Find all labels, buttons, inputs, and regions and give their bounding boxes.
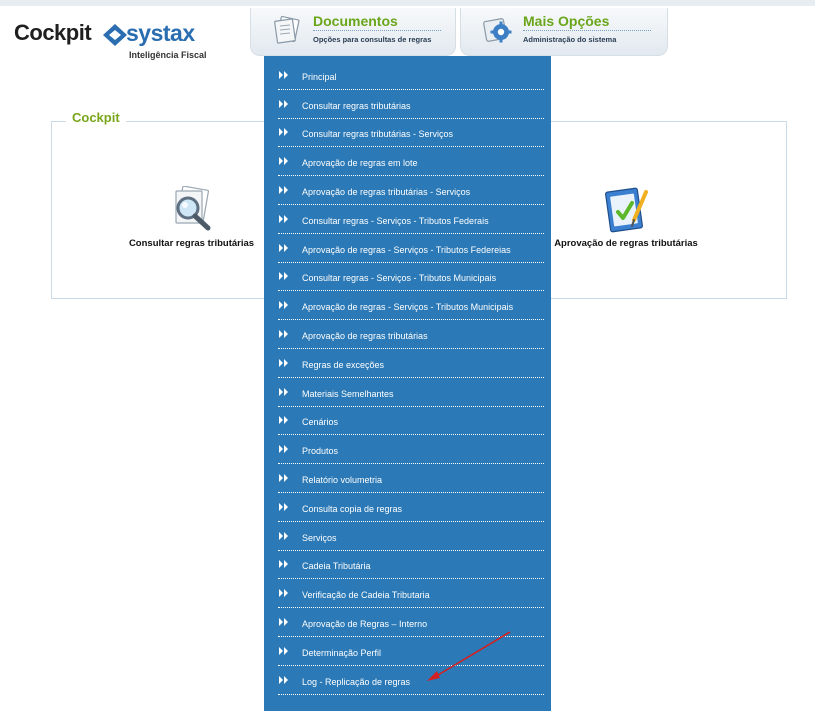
double-arrow-icon bbox=[279, 301, 288, 310]
menu-item-label: Aprovação de regras tributárias - Serviç… bbox=[302, 187, 471, 198]
menu-item[interactable]: Materiais Semelhantes bbox=[278, 378, 544, 407]
double-arrow-icon bbox=[279, 157, 288, 166]
menu-item[interactable]: Aprovação de regras tributárias - Serviç… bbox=[278, 176, 544, 205]
tab-mais-opcoes-description: Administração do sistema bbox=[523, 35, 617, 44]
tile-aprovacao-regras-label: Aprovação de regras tributárias bbox=[554, 238, 698, 249]
tab-mais-opcoes-title: Mais Opções bbox=[523, 13, 610, 29]
double-arrow-icon bbox=[279, 618, 288, 627]
double-arrow-icon bbox=[279, 445, 288, 454]
tab-documentos[interactable]: Documentos Opções para consultas de regr… bbox=[250, 8, 456, 56]
double-arrow-icon bbox=[279, 330, 288, 339]
menu-item[interactable]: Consulta copia de regras bbox=[278, 493, 544, 522]
menu-item-label: Cadeia Tributária bbox=[302, 561, 371, 572]
menu-item[interactable]: Relatório volumetria bbox=[278, 464, 544, 493]
menu-item-label: Consultar regras tributárias - Serviços bbox=[302, 129, 454, 140]
menu-item-label: Aprovação de regras - Serviços - Tributo… bbox=[302, 302, 514, 313]
tab-divider bbox=[313, 30, 441, 31]
menu-item[interactable]: Log - Replicação de regras bbox=[278, 666, 544, 695]
tab-divider bbox=[523, 30, 651, 31]
double-arrow-icon bbox=[279, 589, 288, 598]
tab-documentos-description: Opções para consultas de regras bbox=[313, 35, 432, 44]
menu-item[interactable]: Consultar regras - Serviços - Tributos F… bbox=[278, 205, 544, 234]
logo-tagline: Inteligência Fiscal bbox=[129, 50, 207, 60]
cockpit-panel-title: Cockpit bbox=[66, 110, 126, 125]
menu-item[interactable]: Cenários bbox=[278, 407, 544, 436]
double-arrow-icon bbox=[279, 99, 288, 108]
menu-item-label: Consultar regras tributárias bbox=[302, 100, 411, 111]
double-arrow-icon bbox=[279, 186, 288, 195]
tile-aprovacao-regras[interactable]: Aprovação de regras tributárias bbox=[548, 186, 704, 249]
menu-item-label: Aprovação de Regras – Interno bbox=[302, 619, 428, 630]
double-arrow-icon bbox=[279, 675, 288, 684]
menu-item[interactable]: Aprovação de regras em lote bbox=[278, 147, 544, 177]
menu-item[interactable]: Consultar regras tributárias bbox=[278, 90, 544, 119]
double-arrow-icon bbox=[279, 128, 288, 137]
documentos-dropdown-menu: Principal Consultar regras tributárias C… bbox=[264, 56, 551, 711]
double-arrow-icon bbox=[279, 387, 288, 396]
menu-item-label: Verificação de Cadeia Tributaria bbox=[302, 590, 430, 601]
double-arrow-icon bbox=[279, 214, 288, 223]
double-arrow-icon bbox=[279, 560, 288, 569]
double-arrow-icon bbox=[279, 272, 288, 281]
menu-item-label: Aprovação de regras - Serviços - Tributo… bbox=[302, 244, 511, 255]
logo-systax-text: systax bbox=[126, 20, 195, 46]
gear-icon bbox=[483, 18, 512, 43]
tab-mais-opcoes[interactable]: Mais Opções Administração do sistema bbox=[460, 8, 668, 56]
double-arrow-icon bbox=[279, 531, 288, 540]
menu-item-label: Determinação Perfil bbox=[302, 647, 382, 658]
double-arrow-icon bbox=[279, 70, 288, 79]
double-arrow-icon bbox=[279, 646, 288, 655]
menu-item[interactable]: Determinação Perfil bbox=[278, 637, 544, 666]
menu-item[interactable]: Aprovação de regras - Serviços - Tributo… bbox=[278, 234, 544, 263]
menu-item-label: Serviços bbox=[302, 532, 337, 543]
menu-item-label: Log - Replicação de regras bbox=[302, 676, 411, 687]
menu-item[interactable]: Verificação de Cadeia Tributaria bbox=[278, 579, 544, 609]
menu-item-label: Consultar regras - Serviços - Tributos F… bbox=[302, 215, 489, 226]
double-arrow-icon bbox=[279, 474, 288, 483]
menu-item-label: Consulta copia de regras bbox=[302, 503, 403, 514]
tab-documentos-title: Documentos bbox=[313, 13, 398, 29]
menu-item[interactable]: Cadeia Tributária bbox=[278, 551, 544, 580]
menu-item[interactable]: Aprovação de Regras – Interno bbox=[278, 608, 544, 637]
menu-item[interactable]: Aprovação de regras - Serviços - Tributo… bbox=[278, 291, 544, 321]
header: Cockpit systax Inteligência Fiscal Docum… bbox=[0, 0, 815, 60]
magnifier-documents-icon bbox=[174, 186, 210, 231]
double-arrow-icon bbox=[279, 416, 288, 425]
double-arrow-icon bbox=[279, 243, 288, 252]
logo-cockpit-text: Cockpit bbox=[14, 20, 92, 45]
tile-consultar-regras-label: Consultar regras tributárias bbox=[128, 238, 255, 249]
checklist-pen-icon bbox=[605, 187, 648, 233]
menu-item-label: Regras de exceções bbox=[302, 359, 385, 370]
double-arrow-icon bbox=[279, 358, 288, 367]
menu-item-label: Aprovação de regras tributárias bbox=[302, 331, 428, 342]
menu-item[interactable]: Serviços bbox=[278, 522, 544, 551]
menu-item-label: Cenários bbox=[302, 417, 339, 428]
cockpit-systax-logo[interactable]: Cockpit systax Inteligência Fiscal bbox=[14, 20, 224, 62]
menu-item[interactable]: Regras de exceções bbox=[278, 349, 544, 378]
menu-item[interactable]: Produtos bbox=[278, 435, 544, 465]
tile-consultar-regras[interactable]: Consultar regras tributárias bbox=[124, 186, 259, 249]
menu-item-label: Relatório volumetria bbox=[302, 475, 383, 486]
menu-item-label: Principal bbox=[302, 71, 337, 82]
menu-item[interactable]: Consultar regras tributárias - Serviços bbox=[278, 119, 544, 148]
menu-item-label: Materiais Semelhantes bbox=[302, 388, 394, 399]
menu-item-label: Consultar regras - Serviços - Tributos M… bbox=[302, 273, 497, 284]
menu-item-label: Produtos bbox=[302, 446, 339, 457]
logo-diamond-icon bbox=[103, 24, 127, 46]
menu-item[interactable]: Aprovação de regras tributárias bbox=[278, 320, 544, 349]
double-arrow-icon bbox=[279, 502, 288, 511]
documents-icon bbox=[274, 15, 300, 44]
menu-item[interactable]: Consultar regras - Serviços - Tributos M… bbox=[278, 263, 544, 292]
menu-item-label: Aprovação de regras em lote bbox=[302, 158, 418, 169]
menu-item[interactable]: Principal bbox=[278, 61, 544, 90]
top-border bbox=[0, 0, 815, 6]
